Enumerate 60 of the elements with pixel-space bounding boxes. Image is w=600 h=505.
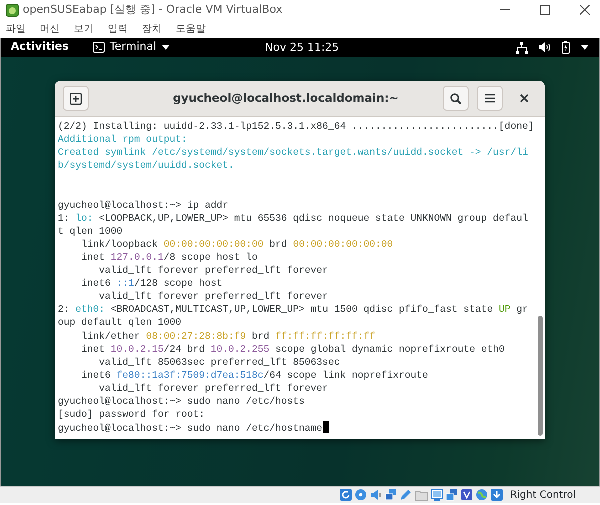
terminal-line: 1: lo: <LOOPBACK,UP,LOWER_UP> mtu 65536 qdisc noqueue state UNKNOWN group defaul	[58, 212, 528, 224]
terminal-line: inet6 fe80::1a3f:7509:d7ea:518c/64 scope link noprefixroute	[80, 370, 428, 381]
terminal-line: Created symlink /etc/systemd/system/sockets.target.wants/uuidd.socket -> /usr/li	[58, 147, 528, 158]
menu-item[interactable]: 머신	[40, 22, 60, 36]
new-tab-button[interactable]	[63, 86, 89, 111]
globe-icon[interactable]	[476, 489, 488, 501]
terminal-line: valid_lft forever preferred_lft forever	[98, 382, 328, 394]
terminal-line: inet 127.0.0.1/8 scope host lo	[80, 252, 258, 263]
terminal-icon	[93, 42, 106, 53]
menu-item[interactable]: 파일	[6, 22, 26, 36]
download-icon[interactable]	[491, 489, 504, 501]
close-icon	[520, 94, 528, 103]
terminal-line: (2/2) Installing: uuidd-2.33.1-lp152.5.3.1.x86_64 .........................[done]	[58, 121, 534, 132]
close-icon[interactable]	[580, 5, 590, 15]
terminal-line: gyucheol@localhost:~> sudo nano /etc/hostname	[58, 423, 323, 434]
volume-icon[interactable]	[539, 42, 551, 53]
scrollbar-thumb[interactable]	[538, 316, 543, 436]
letter-v-icon[interactable]	[461, 489, 474, 501]
battery-icon[interactable]	[562, 41, 570, 54]
speaker-icon[interactable]	[370, 489, 382, 501]
terminal-line: link/ether 08:00:27:28:8b:f9 brd ff:ff:ff:ff:ff:ff	[80, 330, 376, 342]
menu-item[interactable]: 보기	[74, 22, 94, 36]
caret-icon	[162, 45, 170, 50]
plus-icon	[70, 92, 82, 104]
monitor-icon[interactable]	[431, 489, 444, 501]
terminal-line: b/systemd/system/uuidd.socket.	[58, 160, 234, 172]
windows-icon[interactable]	[446, 489, 458, 501]
terminal-line: t qlen 1000	[58, 226, 123, 237]
terminal-line: valid_lft forever preferred_lft forever	[98, 265, 328, 276]
disc-icon[interactable]	[355, 489, 368, 501]
menu-item[interactable]: 장치	[142, 22, 162, 36]
pen-icon[interactable]	[400, 489, 412, 501]
terminal-line: gyucheol@localhost:~> sudo nano /etc/hosts	[58, 396, 305, 407]
terminal-line: link/loopback 00:00:00:00:00:00 brd 00:00:00:00:00:00	[80, 238, 394, 250]
caret-icon[interactable]	[581, 45, 589, 50]
network-icon[interactable]	[516, 42, 528, 54]
terminal-line: inet6 ::1/128 scope host	[80, 278, 223, 290]
terminal-line: inet 10.0.2.15/24 brd 10.0.2.255 scope global dynamic noprefixroute eth0	[80, 344, 505, 355]
window-title: openSUSEabap [실행 중] - Oracle VM VirtualBox	[23, 2, 284, 18]
clock[interactable]: Nov 25 11:25	[265, 40, 340, 56]
host-key-label: Right Control	[510, 488, 576, 502]
terminal-line: 2: eth0: <BROADCAST,MULTICAST,UP,LOWER_UP> mtu 1500 qdisc pfifo_fast state UP gr	[58, 304, 528, 316]
app-menu[interactable]: Terminal	[93, 39, 170, 56]
terminal-line: valid_lft forever preferred_lft forever	[98, 291, 328, 302]
search-icon	[450, 92, 462, 104]
terminal-line: [sudo] password for root:	[58, 409, 205, 420]
terminal-line: Additional rpm output:	[58, 134, 188, 146]
terminal-line: oup default qlen 1000	[58, 317, 182, 328]
terminal-line: valid_lft 85063sec preferred_lft 85063sec	[98, 356, 340, 368]
menu-item[interactable]: 도움말	[176, 22, 206, 36]
terminal-line: gyucheol@localhost:~> ip addr	[58, 200, 228, 211]
app-icon	[6, 4, 19, 16]
search-button[interactable]	[443, 86, 469, 111]
menu-item[interactable]: 입력	[108, 22, 128, 36]
terminal-title: gyucheol@localhost.localdomain:~	[172, 90, 400, 107]
maximize-icon[interactable]	[540, 5, 550, 15]
activities-button[interactable]: Activities	[11, 39, 70, 56]
refresh-icon[interactable]	[340, 489, 352, 501]
menu-button[interactable]	[477, 86, 503, 111]
menu-icon	[485, 94, 495, 103]
